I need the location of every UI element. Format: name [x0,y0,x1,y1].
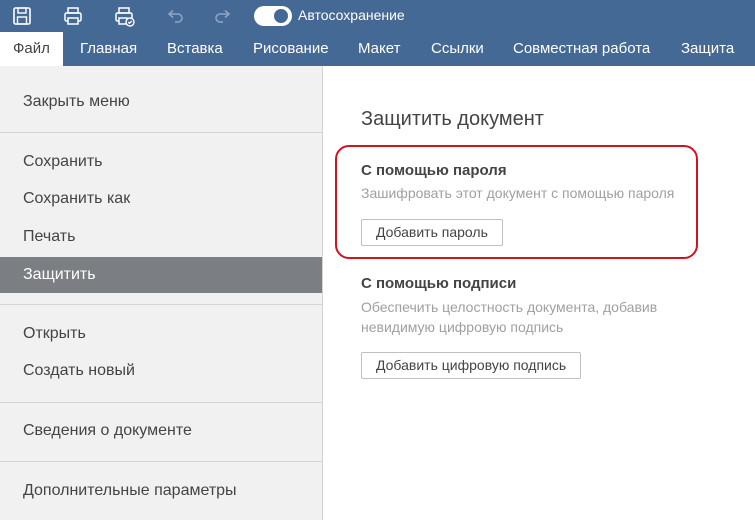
tab-draw[interactable]: Рисование [253,32,329,66]
print-icon[interactable] [61,4,85,28]
sidebar-item-save[interactable]: Сохранить [0,144,322,180]
sidebar-item-document-info[interactable]: Сведения о документе [0,413,322,449]
file-menu-sidebar: Закрыть меню Сохранить Сохранить как Печ… [0,66,323,520]
password-section-title: С помощью пароля [361,162,507,179]
quick-print-icon[interactable] [112,4,136,28]
toggle-knob [274,9,288,23]
autosave-toggle[interactable] [254,6,292,26]
autosave-label: Автосохранение [298,7,405,23]
sidebar-item-close-menu[interactable]: Закрыть меню [0,84,322,120]
password-section-description: Зашифровать этот документ с помощью паро… [361,185,675,201]
save-icon[interactable] [10,4,34,28]
sidebar-item-protect[interactable]: Защитить [0,257,322,293]
signature-description-line2: невидимую цифровую подпись [361,319,564,335]
signature-section-title: С помощью подписи [361,275,517,292]
sidebar-item-open[interactable]: Открыть [0,316,322,352]
divider [0,132,322,133]
menu-bar: Файл Главная Вставка Рисование Макет Ссы… [0,32,755,66]
tab-collaboration[interactable]: Совместная работа [513,32,650,66]
divider [0,304,322,305]
title-bar: Автосохранение [0,0,755,32]
page-title: Защитить документ [361,108,544,130]
undo-icon[interactable] [162,4,186,28]
add-password-button[interactable]: Добавить пароль [361,219,503,246]
redo-icon[interactable] [212,4,236,28]
tab-file[interactable]: Файл [0,32,63,66]
sidebar-item-create-new[interactable]: Создать новый [0,353,322,389]
tab-layout[interactable]: Макет [358,32,400,66]
tab-references[interactable]: Ссылки [431,32,484,66]
tab-protection[interactable]: Защита [681,32,734,66]
sidebar-item-advanced-settings[interactable]: Дополнительные параметры [0,473,322,509]
divider [0,461,322,462]
tab-insert[interactable]: Вставка [167,32,223,66]
signature-description-line1: Обеспечить целостность документа, добави… [361,299,658,315]
divider [0,402,322,403]
tab-home[interactable]: Главная [80,32,137,66]
sidebar-item-save-as[interactable]: Сохранить как [0,181,322,217]
add-digital-signature-button[interactable]: Добавить цифровую подпись [361,352,582,379]
sidebar-item-print[interactable]: Печать [0,219,322,255]
